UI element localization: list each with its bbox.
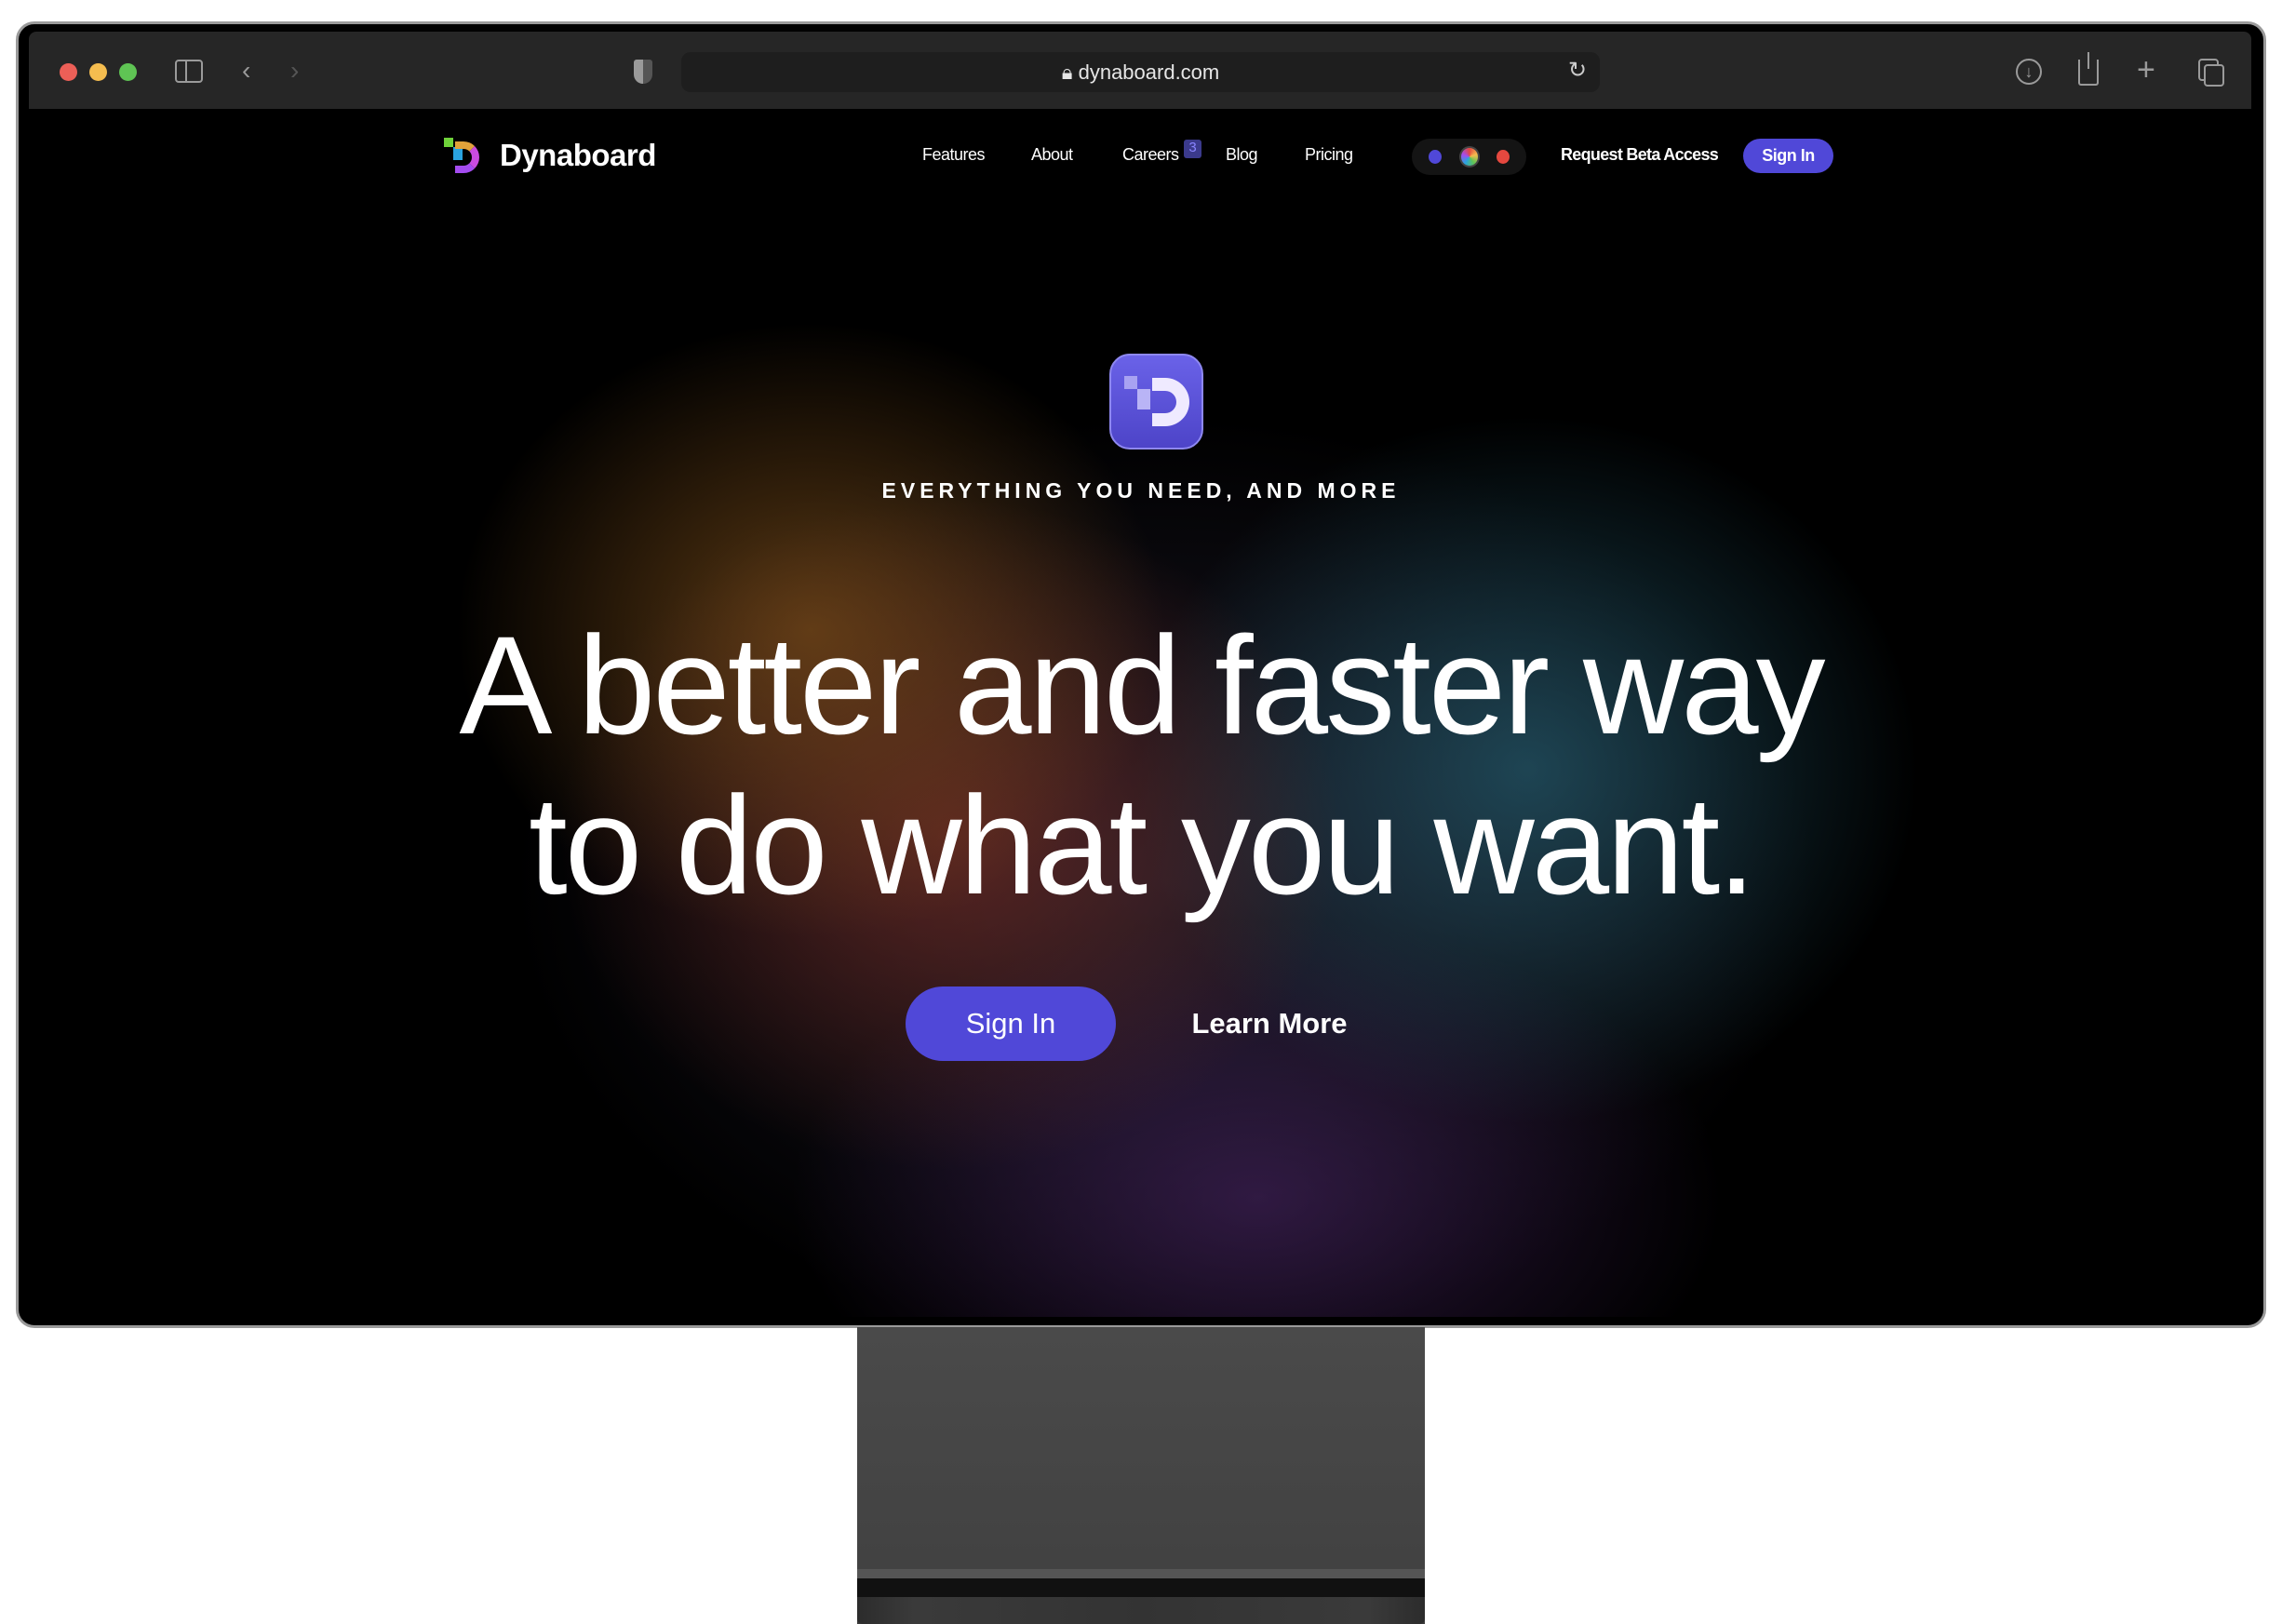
hero-eyebrow: EVERYTHING YOU NEED, AND MORE bbox=[881, 478, 1401, 503]
learn-more-button[interactable]: Learn More bbox=[1176, 986, 1362, 1061]
minimize-window-button[interactable] bbox=[89, 63, 107, 81]
back-icon[interactable]: ‹ bbox=[242, 58, 250, 84]
nav-careers[interactable]: Careers bbox=[1122, 145, 1179, 165]
download-icon[interactable]: ↓ bbox=[2016, 59, 2042, 85]
nav-about[interactable]: About bbox=[1031, 145, 1073, 165]
theme-switcher bbox=[1412, 139, 1526, 175]
hero-headline-line1: A better and faster way bbox=[459, 607, 1825, 763]
dynaboard-logo-icon[interactable] bbox=[444, 138, 481, 175]
theme-multicolor-button[interactable] bbox=[1459, 146, 1480, 168]
privacy-shield-icon[interactable] bbox=[634, 60, 652, 84]
maximize-window-button[interactable] bbox=[119, 63, 137, 81]
brand-name[interactable]: Dynaboard bbox=[500, 138, 656, 173]
new-tab-icon[interactable]: + bbox=[2137, 54, 2155, 86]
url-text: dynaboard.com bbox=[1078, 60, 1220, 84]
share-icon[interactable] bbox=[2078, 52, 2099, 86]
lock-icon: 🔒︎ bbox=[1061, 60, 1073, 84]
theme-red-button[interactable] bbox=[1497, 150, 1510, 164]
reload-icon[interactable]: ↻ bbox=[1568, 60, 1587, 82]
sidebar-toggle-icon[interactable] bbox=[175, 60, 203, 83]
hero-headline-line2: to do what you want. bbox=[529, 767, 1756, 923]
tab-overview-icon[interactable] bbox=[2198, 59, 2224, 87]
nav-blog[interactable]: Blog bbox=[1226, 145, 1258, 165]
forward-icon[interactable]: › bbox=[290, 58, 299, 84]
request-beta-access-link[interactable]: Request Beta Access bbox=[1561, 145, 1719, 165]
close-window-button[interactable] bbox=[60, 63, 77, 81]
address-bar[interactable]: 🔒︎ dynaboard.com ↻ bbox=[681, 52, 1600, 92]
careers-count-badge: 3 bbox=[1184, 140, 1201, 158]
hero-headline: A better and faster way to do what you w… bbox=[0, 605, 2282, 925]
nav-pricing[interactable]: Pricing bbox=[1305, 145, 1353, 165]
hero-sign-in-button[interactable]: Sign In bbox=[906, 986, 1116, 1061]
nav-sign-in-button[interactable]: Sign In bbox=[1743, 139, 1833, 173]
hero-app-icon bbox=[1109, 354, 1203, 450]
nav-features[interactable]: Features bbox=[922, 145, 986, 165]
monitor-stand bbox=[857, 1327, 1425, 1624]
theme-indigo-button[interactable] bbox=[1429, 150, 1442, 164]
